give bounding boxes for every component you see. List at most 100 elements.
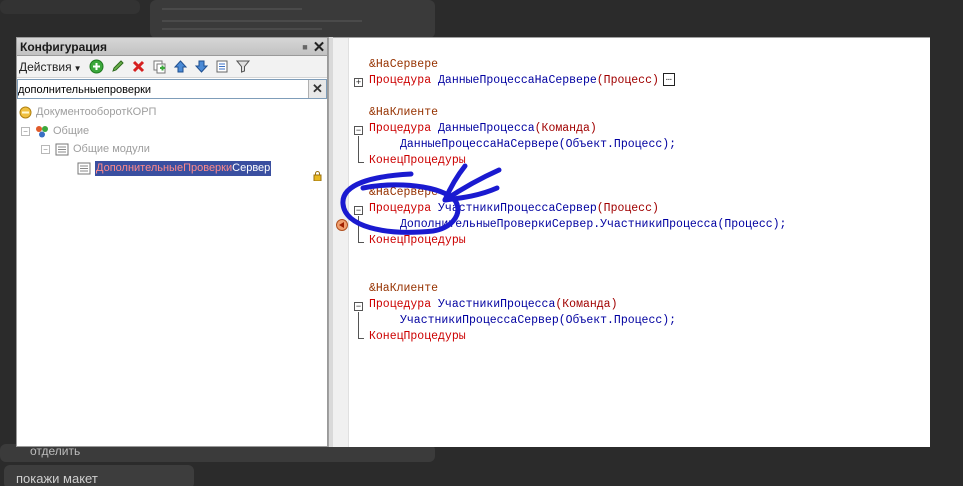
copy-button[interactable] — [151, 58, 168, 75]
actions-menu-label: Действия — [19, 59, 72, 74]
code-line: УчастникиПроцессаСервер(Объект.Процесс); — [400, 313, 676, 329]
background-window — [150, 0, 435, 38]
move-up-button[interactable] — [172, 58, 189, 75]
module-icon — [77, 162, 91, 174]
search-field: ✕ — [17, 79, 327, 99]
copy-icon — [153, 60, 165, 74]
tree-node-common-modules[interactable]: − Общие модули — [41, 141, 150, 157]
code-line: Процедура ДанныеПроцесса(Команда) — [369, 121, 597, 137]
collapse-toggle[interactable]: − — [354, 302, 363, 311]
keyword: Процедура — [369, 122, 432, 135]
code-line: &НаКлиенте — [369, 105, 438, 121]
search-match-text: ДополнительныеПроверки — [96, 161, 233, 174]
code-line: &НаСервере — [369, 185, 438, 201]
background-tab — [0, 0, 140, 14]
modules-icon — [55, 143, 69, 155]
procedure-params: (Команда) — [555, 298, 618, 311]
directive: &НаСервере — [369, 58, 439, 71]
actions-menu[interactable]: Действия ▼ — [19, 60, 84, 74]
fold-line — [358, 136, 359, 162]
procedure-name: УчастникиПроцесса — [438, 298, 556, 311]
code-line: Процедура УчастникиПроцесса(Команда) — [369, 297, 617, 313]
configuration-panel: Конфигурация ■ ✕ Действия▼ ✕ — [16, 37, 328, 447]
keyword: Процедура — [369, 298, 432, 311]
panel-title: Конфигурация — [20, 39, 108, 54]
keyword: Процедура — [369, 74, 432, 87]
background-line — [162, 28, 322, 30]
code-line: КонецПроцедуры — [369, 329, 466, 345]
edit-button[interactable] — [109, 58, 126, 75]
move-up-icon — [173, 60, 187, 73]
common-icon — [36, 125, 48, 137]
directive: &НаСервере — [369, 186, 439, 199]
list-icon — [216, 60, 227, 73]
search-input[interactable] — [18, 81, 308, 99]
filter-icon — [235, 60, 250, 73]
config-root-icon — [19, 106, 32, 118]
code-editor[interactable]: + − − − &НаСервере Процедура ДанныеПроце… — [333, 37, 930, 447]
tree-node-common-label: Общие — [53, 125, 90, 137]
directive: &НаКлиенте — [369, 282, 439, 295]
editor-gutter[interactable] — [333, 38, 349, 447]
tree-node-root-label: ДокументооборотКОРП — [36, 106, 157, 118]
collapse-toggle[interactable]: − — [354, 126, 363, 135]
delete-button[interactable] — [130, 58, 147, 75]
collapse-toggle[interactable]: − — [41, 144, 50, 154]
tree-node-common-modules-label: Общие модули — [73, 143, 150, 155]
panel-title-bar: Конфигурация ■ ✕ — [17, 38, 327, 56]
directive: &НаКлиенте — [369, 106, 439, 119]
add-button[interactable] — [88, 58, 105, 75]
fold-end — [358, 162, 364, 163]
tree-node-selected-label: ДополнительныеПроверкиСервер — [95, 160, 272, 176]
code-line: Процедура ДанныеПроцессаНаСервере(Процес… — [369, 73, 675, 89]
keyword: КонецПроцедуры — [369, 234, 466, 247]
edit-icon — [111, 60, 124, 72]
add-icon — [89, 59, 103, 74]
background-line — [162, 8, 302, 10]
procedure-name: УчастникиПроцессаСервер — [438, 202, 597, 215]
background-line — [162, 20, 362, 22]
module-name-rest: Сервер — [232, 161, 271, 174]
clear-search-button[interactable]: ✕ — [308, 80, 326, 98]
collapse-toggle[interactable]: − — [354, 206, 363, 215]
fold-line — [358, 216, 359, 242]
statement: ДополнительныеПроверкиСервер.УчастникиПр… — [400, 218, 787, 231]
keyword: КонецПроцедуры — [369, 330, 466, 343]
pin-icon[interactable]: ■ — [299, 42, 311, 52]
filter-button[interactable] — [235, 58, 252, 75]
procedure-params: (Процесс) — [596, 74, 659, 87]
fold-end — [358, 338, 364, 339]
move-down-button[interactable] — [193, 58, 210, 75]
code-line: ДополнительныеПроверкиСервер.УчастникиПр… — [400, 217, 786, 233]
keyword: КонецПроцедуры — [369, 154, 466, 167]
procedure-name: ДанныеПроцессаНаСервере — [438, 74, 597, 87]
expand-toggle[interactable]: + — [354, 78, 363, 87]
procedure-params: (Процесс) — [596, 202, 659, 215]
code-line: &НаКлиенте — [369, 281, 438, 297]
panel-toolbar: Действия ▼ — [17, 56, 327, 78]
delete-icon — [132, 60, 144, 73]
procedure-params: (Команда) — [534, 122, 597, 135]
collapse-toggle[interactable]: − — [21, 126, 30, 136]
fold-line — [358, 312, 359, 338]
code-line: ДанныеПроцессаНаСервере(Объект.Процесс); — [400, 137, 676, 153]
lock-icon — [313, 171, 322, 181]
tree-node-root[interactable]: ДокументооборотКОРП — [19, 104, 156, 120]
statement: УчастникиПроцессаСервер(Объект.Процесс); — [400, 314, 677, 327]
tree-node-common[interactable]: − Общие — [21, 123, 89, 139]
code-line: КонецПроцедуры — [369, 233, 466, 249]
keyword: Процедура — [369, 202, 432, 215]
code-line: Процедура УчастникиПроцессаСервер(Процес… — [369, 201, 659, 217]
collapsed-block-button[interactable]: … — [662, 73, 675, 87]
procedure-name: ДанныеПроцесса — [438, 122, 535, 135]
background-input: покажи макет — [4, 465, 194, 486]
statement: ДанныеПроцессаНаСервере(Объект.Процесс); — [400, 138, 677, 151]
code-line: &НаСервере — [369, 57, 438, 73]
clear-icon: ✕ — [312, 81, 323, 96]
breakpoint-icon[interactable] — [336, 219, 348, 231]
close-icon[interactable]: ✕ — [311, 39, 327, 56]
fold-end — [358, 242, 364, 243]
list-button[interactable] — [214, 58, 231, 75]
move-down-icon — [194, 60, 208, 73]
tree-node-selected-module[interactable]: ДополнительныеПроверкиСервер — [77, 160, 272, 176]
